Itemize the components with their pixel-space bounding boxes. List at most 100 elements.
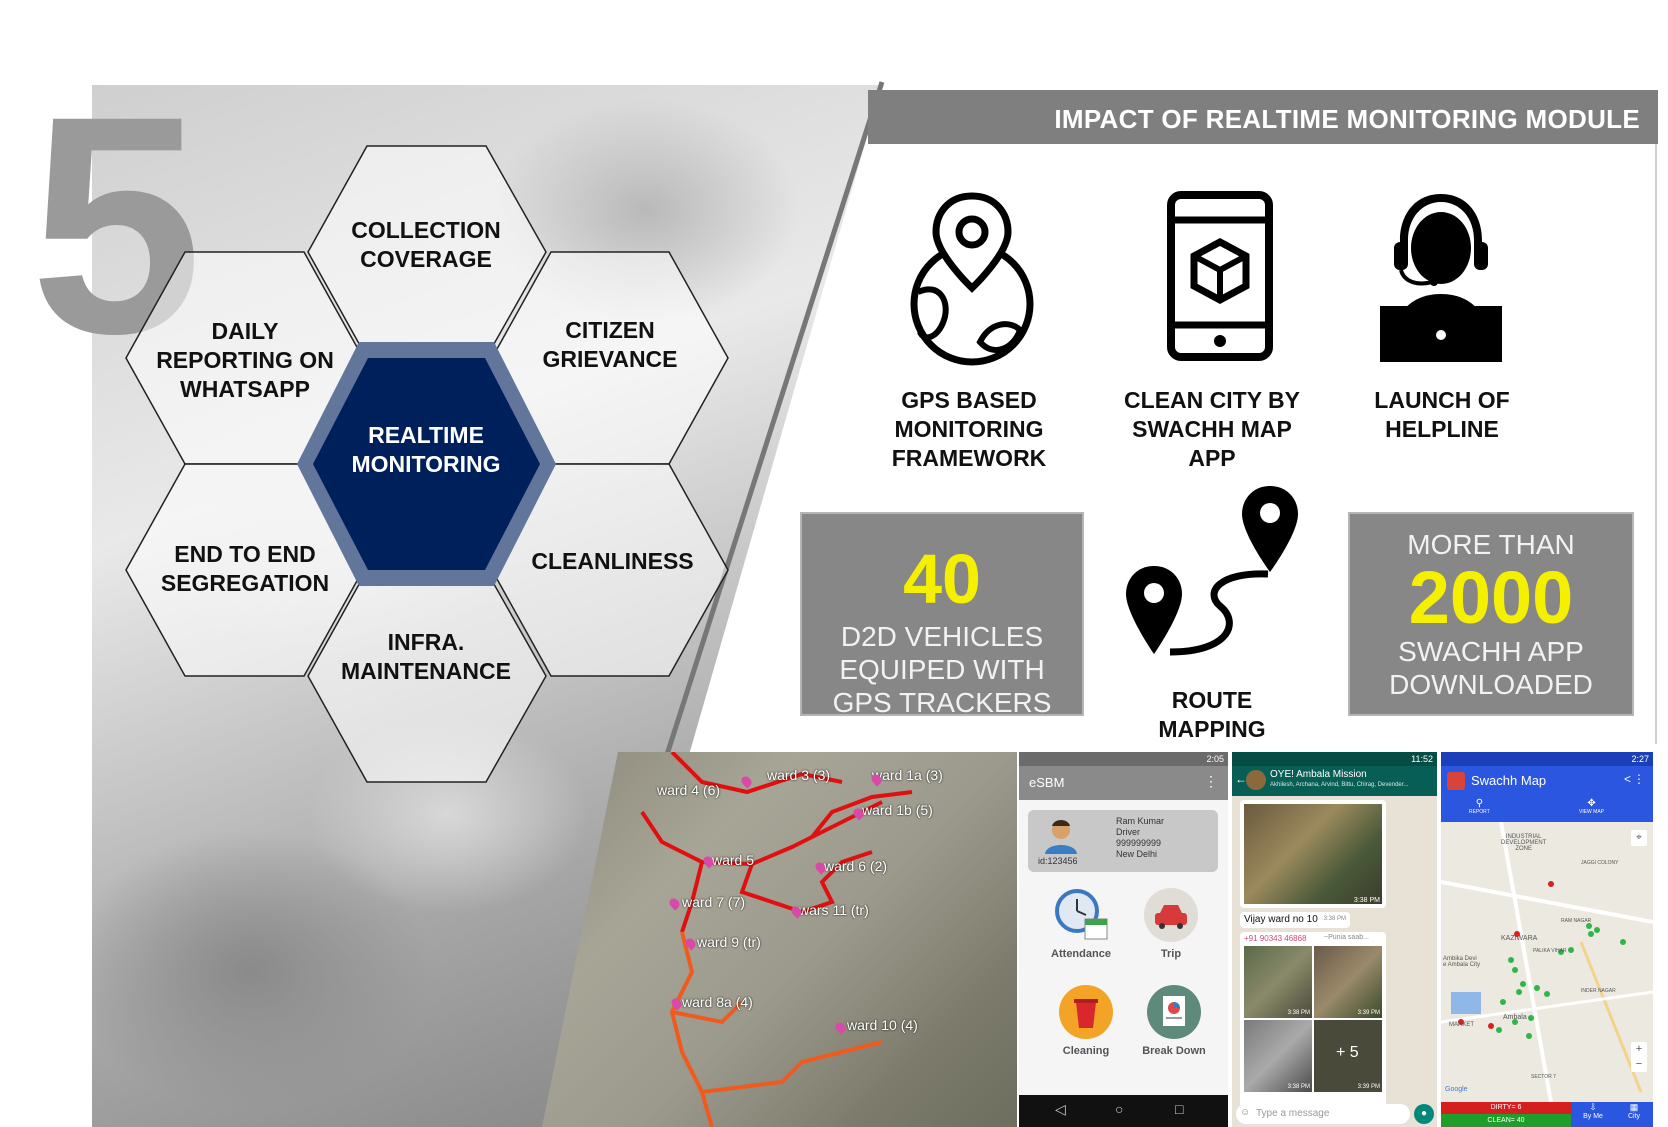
photo-time: 3:39 PM [1357,1084,1380,1090]
feature-label-helpline: LAUNCH OF HELPLINE [1374,387,1510,442]
profile-city: New Delhi [1116,849,1158,859]
tab-view-map[interactable]: ✥ VIEW MAP [1579,798,1604,815]
album-more[interactable]: + 5 3:39 PM [1314,1020,1382,1092]
profile-details: Ram Kumar Driver 999999999 New Delhi [1116,816,1164,860]
tile-label: Break Down [1142,1045,1206,1057]
ward-route-map: ward 4 (6) ward 3 (3) ward 1a (3) ward 1… [542,752,1017,1127]
status-bar: 2:05 [1019,752,1228,766]
right-border [1655,144,1657,744]
map-ward-label: ward 9 (tr) [697,934,761,950]
feature-label-swachh-app: CLEAN CITY BY SWACHH MAP APP [1124,387,1300,471]
hex-center-label: REALTIME MONITORING [351,422,501,477]
route-lines [640,752,913,1127]
feature-label-gps: GPS BASED MONITORING FRAMEWORK [891,387,1047,471]
caption-message: Vijay ward no 10 3:38 PM [1240,912,1350,928]
globe-pin-icon [910,192,1034,366]
map-label: JAGGI COLONY [1581,860,1619,866]
by-me-button[interactable]: ⇩ By Me [1571,1102,1615,1127]
album-photo: 3:38 PM [1244,946,1312,1018]
status-time: 2:27 [1631,754,1649,764]
album-photo: 3:38 PM [1244,1020,1312,1092]
map-label: Ambala [1503,1014,1527,1021]
photo-time: 3:38 PM [1287,1010,1310,1016]
map-label: INDUSTRIAL DEVELOPMENT ZONE [1501,834,1547,852]
profile-phone: 999999999 [1116,838,1162,848]
profile-name: Ram Kumar [1116,816,1165,826]
chat-header: ← OYE! Ambala Mission Akhilesh, Archana,… [1232,766,1437,796]
my-location-icon[interactable]: ⌖ [1631,830,1647,846]
profile-card[interactable]: id:123456 Ram Kumar Driver 999999999 New… [1028,810,1218,872]
city-label: City [1627,1113,1641,1120]
hex-bottom-label: INFRA. MAINTENANCE [341,629,511,684]
recents-icon[interactable]: □ [1175,1101,1183,1117]
more-count: + 5 [1336,1044,1359,1061]
stat-value-downloads: 2000 [1408,556,1574,639]
stat-box-vehicles: 40 D2D VEHICLES EQUIPED WITH GPS TRACKER… [800,512,1084,716]
stat-text-vehicles: D2D VEHICLES EQUIPED WITH GPS TRACKERS [832,621,1052,716]
caption-time: 3:38 PM [1323,916,1346,922]
tile-breakdown[interactable]: Break Down [1124,984,1224,1057]
album-photo: 3:39 PM [1314,946,1382,1018]
map-ward-label: ward 6 (2) [824,858,888,874]
zoom-controls[interactable]: + − [1631,1042,1647,1072]
clock-calendar-icon [1055,889,1108,940]
input-placeholder: Type a message [1256,1108,1330,1119]
group-avatar [1246,770,1266,790]
status-time: 2:05 [1206,754,1224,764]
map-ward-label: ward 3 (3) [767,767,831,783]
mic-icon[interactable]: ● [1414,1104,1434,1124]
emoji-icon[interactable]: ☺ [1240,1107,1250,1118]
map-ward-label: ward 8a (4) [682,994,753,1010]
hex-top-label: COLLECTION COVERAGE [351,217,501,272]
tab-view-map-label: VIEW MAP [1579,809,1605,815]
map-label: MARKET [1449,1022,1475,1028]
city-button[interactable]: ▦ City [1615,1102,1653,1127]
back-icon[interactable]: ◁ [1055,1101,1066,1118]
map-ward-label: ward 1a (3) [872,767,943,783]
smartphone-cube-icon [1167,191,1273,361]
tile-label: Trip [1160,948,1182,960]
map-label: PALIKA VIHAR [1533,948,1567,954]
map-label: INDER NAGAR [1581,988,1616,994]
hex-bottom-right-label: CLEANLINESS [531,548,694,574]
esbm-app-screenshot: 2:05 eSBM ⋮ id:123456 Ram Kumar Driver 9… [1019,752,1228,1127]
download-icon: ⇩ [1589,1102,1597,1112]
feature-label-route: ROUTE MAPPING [1158,687,1266,742]
dirty-count: DIRTY= 6 [1441,1102,1571,1114]
photo-time: 3:39 PM [1357,1010,1380,1016]
home-icon[interactable]: ○ [1115,1101,1123,1117]
more-options-icon[interactable]: ⋮ [1633,772,1645,786]
map-ward-label: wars 11 (tr) [799,902,869,918]
tile-trip[interactable]: Trip [1131,887,1211,960]
report-icon [1147,985,1201,1039]
app-title: Swachh Map [1471,773,1547,788]
avatar [1045,820,1077,854]
swachh-map-screenshot: 2:27 Swachh Map < ⋮ ⚲ REPORT ✥ VIEW MAP IN… [1441,752,1653,1127]
map-label: KAZIWARA [1501,935,1538,942]
photo-time: 3:38 PM [1287,1084,1310,1090]
sender-phone: +91 90343 46868 [1244,934,1307,943]
more-options-icon[interactable]: ⋮ [1204,773,1218,790]
status-bar: 2:27 [1441,752,1653,766]
bin-icon [1059,985,1113,1039]
hex-top-right-label: CITIZEN GRIEVANCE [542,317,678,372]
message-input[interactable]: ☺ Type a message [1236,1104,1410,1124]
map-label: Google [1445,1086,1468,1093]
album-message[interactable]: +91 90343 46868 ~Punia saab... 3:38 PM 3… [1240,932,1386,1118]
map-ward-label: ward 1b (5) [862,802,933,818]
tile-attendance[interactable]: Attendance [1041,887,1121,960]
map-ward-label: ward 10 (4) [847,1017,918,1033]
share-icon[interactable]: < [1624,772,1631,786]
map-ward-label: ward 5 [712,852,755,868]
map-label: SECTOR 7 [1531,1074,1556,1080]
car-icon [1144,888,1198,942]
tile-cleaning[interactable]: Cleaning [1041,984,1131,1057]
image-message[interactable]: 3:38 PM [1240,800,1386,908]
route-pins-icon [1126,486,1298,656]
message-time: 3:38 PM [1353,897,1380,904]
profile-role: Driver [1116,827,1140,837]
tile-label: Cleaning [1062,1045,1110,1057]
tab-bar: ⚲ REPORT ✥ VIEW MAP [1441,796,1653,822]
tab-report[interactable]: ⚲ REPORT [1469,798,1490,815]
helpline-operator-icon [1380,194,1502,362]
